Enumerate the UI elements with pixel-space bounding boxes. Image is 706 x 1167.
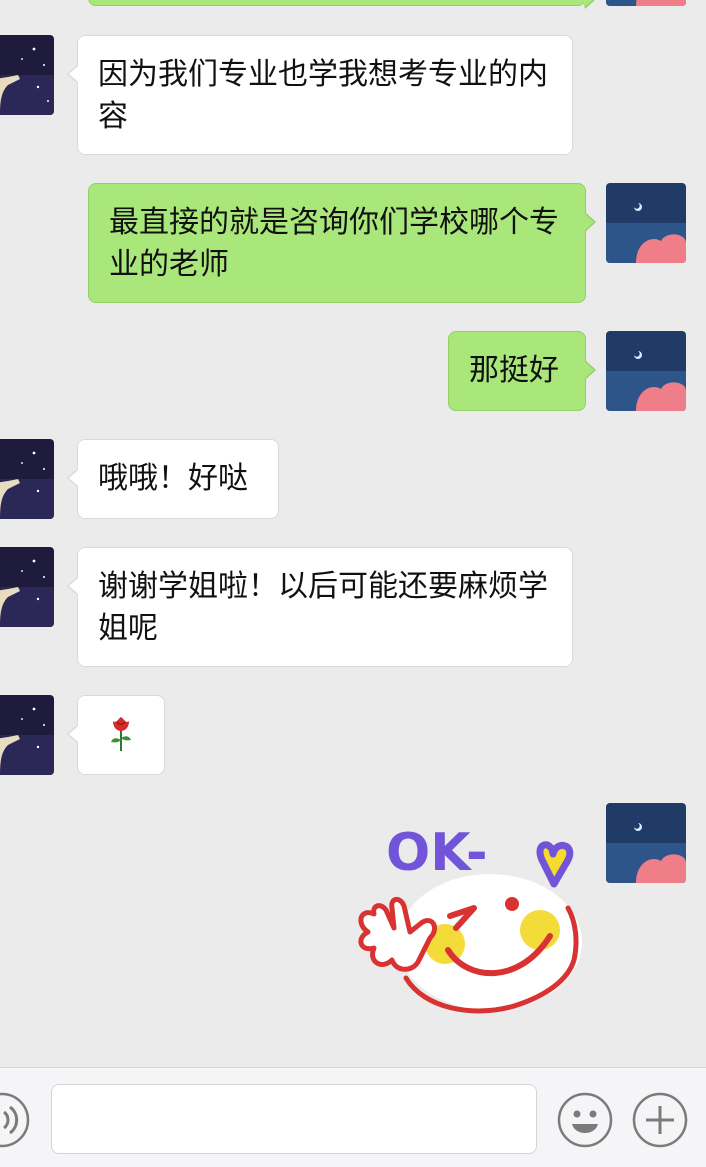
- voice-icon: [0, 1092, 30, 1148]
- my-avatar[interactable]: [606, 183, 686, 263]
- message-bubble-incoming[interactable]: [67, 695, 165, 775]
- emoji-button[interactable]: [557, 1092, 613, 1148]
- chat-area[interactable]: 因为我们专业也学我想考专业的内容 最直接的就是咨询你们学校哪个专业的老师 那挺好…: [0, 0, 706, 1067]
- voice-button[interactable]: [0, 1092, 30, 1148]
- my-avatar[interactable]: [606, 0, 686, 6]
- message-bubble-incoming[interactable]: 哦哦！好哒: [67, 439, 279, 519]
- message-input[interactable]: [51, 1084, 537, 1154]
- message-bubble-outgoing[interactable]: 那挺好: [448, 331, 596, 411]
- contact-avatar[interactable]: [0, 35, 54, 115]
- emoji-icon: [557, 1092, 613, 1148]
- plus-icon: [632, 1092, 688, 1148]
- message-bubble-partial[interactable]: [88, 0, 596, 9]
- message-bubble-incoming[interactable]: 谢谢学姐啦！以后可能还要麻烦学姐呢: [67, 547, 573, 667]
- sticker-ok-text: OK-: [386, 823, 488, 883]
- my-avatar[interactable]: [606, 331, 686, 411]
- contact-avatar[interactable]: [0, 547, 54, 627]
- message-bubble-incoming[interactable]: 因为我们专业也学我想考专业的内容: [67, 35, 573, 155]
- contact-avatar[interactable]: [0, 439, 54, 519]
- ok-sticker[interactable]: OK-: [350, 812, 590, 1022]
- input-bar: [0, 1067, 706, 1167]
- contact-avatar[interactable]: [0, 695, 54, 775]
- message-bubble-outgoing[interactable]: 最直接的就是咨询你们学校哪个专业的老师: [88, 183, 596, 303]
- rose-icon: [111, 717, 131, 751]
- my-avatar[interactable]: [606, 803, 686, 883]
- more-button[interactable]: [632, 1092, 688, 1148]
